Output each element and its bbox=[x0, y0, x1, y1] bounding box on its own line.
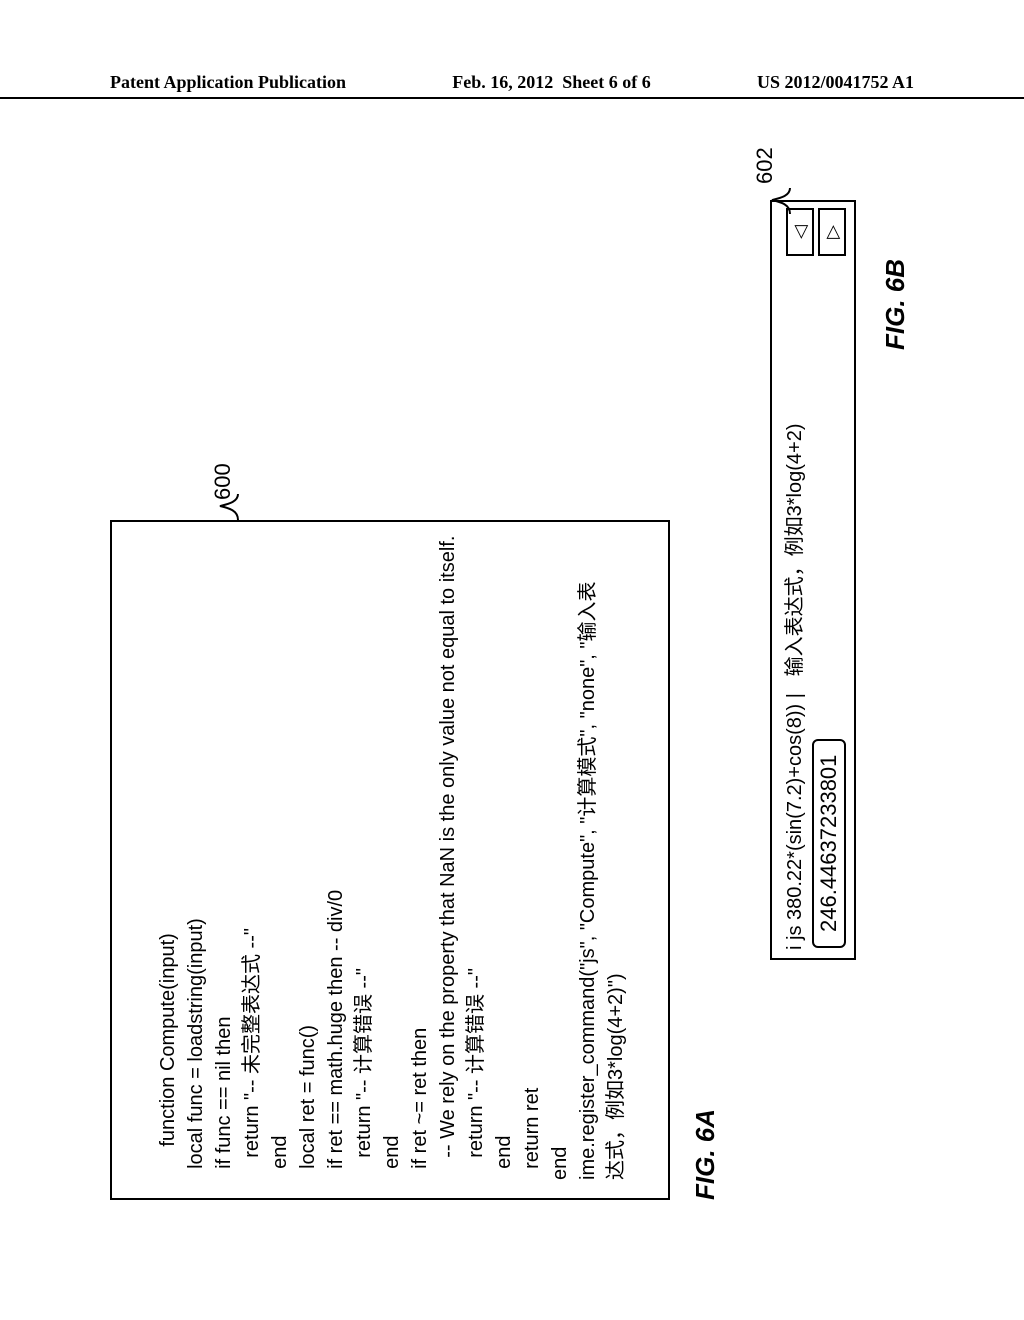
ime-nav-buttons: ◁ ▷ bbox=[786, 208, 846, 256]
header-center: Feb. 16, 2012 Sheet 6 of 6 bbox=[452, 72, 650, 93]
prev-candidate-button[interactable]: ◁ bbox=[786, 208, 814, 256]
reference-numeral-600: 600 bbox=[210, 463, 236, 500]
reference-numeral-602: 602 bbox=[752, 147, 778, 184]
header-left: Patent Application Publication bbox=[110, 72, 346, 93]
triangle-left-icon: ◁ bbox=[790, 225, 811, 239]
next-candidate-button[interactable]: ▷ bbox=[818, 208, 846, 256]
ime-result-box: 246.44637233801 bbox=[812, 739, 846, 948]
triangle-right-icon: ▷ bbox=[822, 225, 843, 239]
figure-caption-6a: FIG. 6A bbox=[690, 1109, 721, 1200]
ime-figure-wrap: i js 380.22*(sin(7.2)+cos(8)) | 输入表达式，例如… bbox=[770, 180, 856, 960]
ime-window: i js 380.22*(sin(7.2)+cos(8)) | 输入表达式，例如… bbox=[770, 200, 856, 960]
page-header: Patent Application Publication Feb. 16, … bbox=[0, 72, 1024, 99]
figure-stage: function Compute(input) local func = loa… bbox=[110, 180, 910, 1200]
figure-caption-6b: FIG. 6B bbox=[880, 259, 911, 350]
code-listing-box: function Compute(input) local func = loa… bbox=[110, 520, 670, 1200]
code-listing: function Compute(input) local func = loa… bbox=[157, 536, 627, 1180]
ime-input-line: i js 380.22*(sin(7.2)+cos(8)) | 输入表达式，例如… bbox=[778, 424, 807, 950]
header-right: US 2012/0041752 A1 bbox=[757, 72, 914, 93]
